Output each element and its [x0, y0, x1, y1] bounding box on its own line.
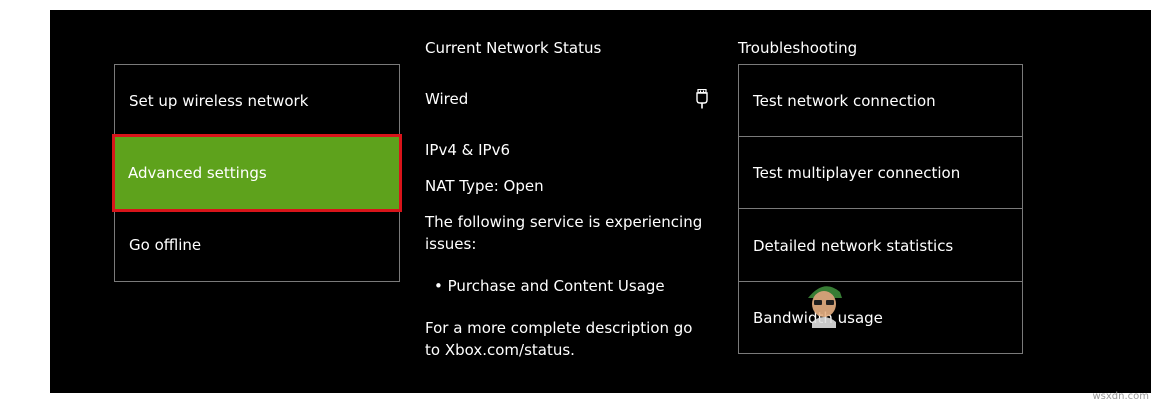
- ethernet-plug-icon: [696, 89, 708, 109]
- status-heading: Current Network Status: [425, 39, 602, 57]
- network-menu: Set up wireless network Advanced setting…: [112, 64, 402, 282]
- network-settings-screen: Set up wireless network Advanced setting…: [50, 10, 1151, 393]
- service-item: • Purchase and Content Usage: [434, 277, 665, 295]
- appuals-mascot-icon: [808, 286, 842, 328]
- nat-type: NAT Type: Open: [425, 177, 544, 195]
- service-message: The following service is experiencing is…: [425, 213, 703, 253]
- troubleshooting-heading: Troubleshooting: [738, 39, 858, 57]
- troubleshooting-menu: Test network connection Test multiplayer…: [738, 64, 1023, 354]
- status-description: For a more complete description go to Xb…: [425, 319, 693, 359]
- detailed-network-statistics-button[interactable]: Detailed network statistics: [739, 210, 1022, 282]
- watermark-text: wsxdn.com: [1092, 391, 1149, 402]
- bandwidth-usage-button[interactable]: Bandwidth usage: [739, 282, 1022, 354]
- protocol-value: IPv4 & IPv6: [425, 141, 511, 159]
- advanced-settings-button[interactable]: Advanced settings: [114, 137, 400, 209]
- test-multiplayer-connection-button[interactable]: Test multiplayer connection: [739, 137, 1022, 209]
- set-up-wireless-network-button[interactable]: Set up wireless network: [115, 65, 399, 137]
- test-network-connection-button[interactable]: Test network connection: [739, 65, 1022, 137]
- connection-type: Wired: [425, 90, 469, 108]
- go-offline-button[interactable]: Go offline: [115, 209, 399, 281]
